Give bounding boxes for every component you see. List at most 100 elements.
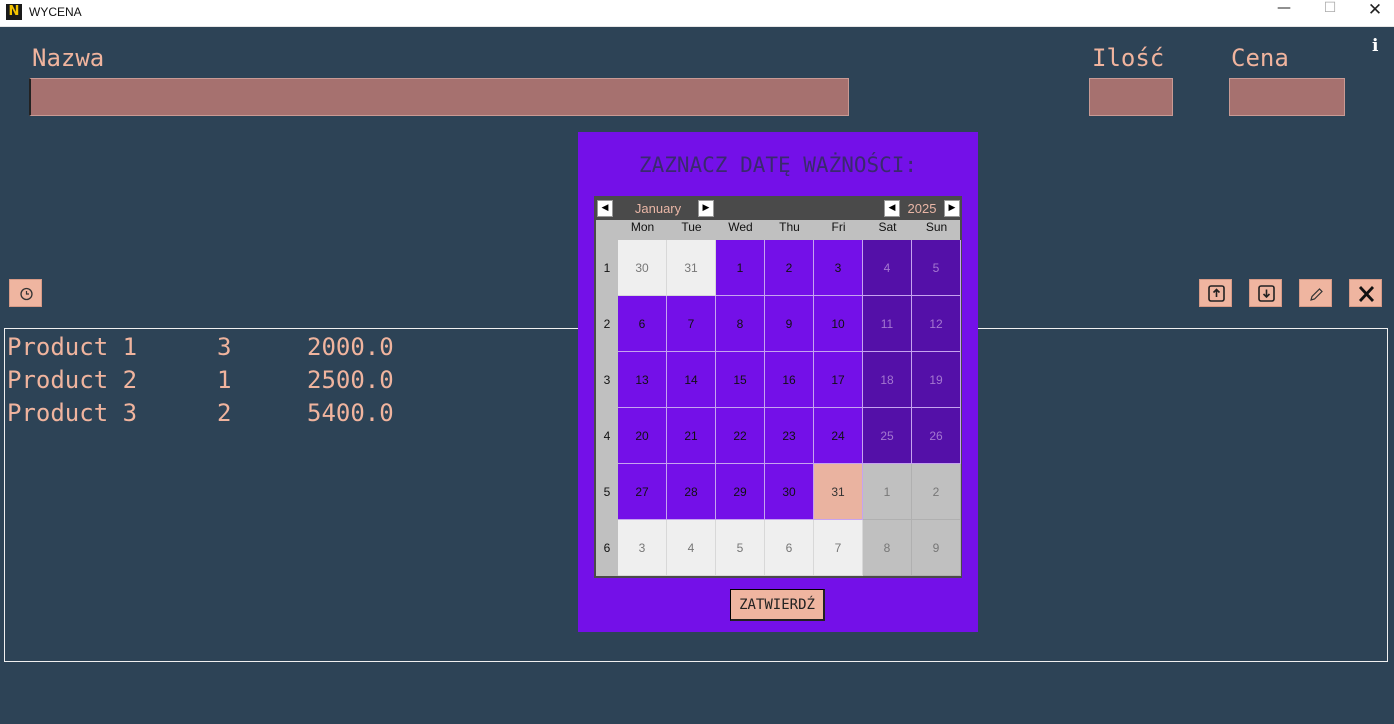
download-button[interactable] [1249,279,1282,307]
day-cell[interactable]: 30 [618,240,667,296]
day-cell[interactable]: 15 [716,352,765,408]
pencil-icon [1310,288,1323,301]
close-window-button[interactable]: ✕ [1352,0,1394,26]
weekday-label: Sun [925,220,948,234]
day-cell[interactable]: 11 [863,296,912,352]
day-cell[interactable]: 31 [667,240,716,296]
price-label: Cena [1231,44,1289,72]
day-cell[interactable]: 30 [765,464,814,520]
day-cell[interactable]: 3 [814,240,863,296]
next-year-button[interactable]: ▶ [944,200,960,217]
date-picker-dialog: ZAZNACZ DATĘ WAŻNOŚCI: ◀ January ▶ ◀ 202… [578,132,978,632]
week-number: 4 [603,429,611,443]
maximize-button[interactable]: ☐ [1307,0,1353,26]
day-cell[interactable]: 22 [716,408,765,464]
list-item[interactable]: Product 2 1 2500.0 [7,364,394,397]
dialog-title: ZAZNACZ DATĘ WAŻNOŚCI: [638,153,918,177]
prev-month-button[interactable]: ◀ [597,200,613,217]
weekday-header: Mon Tue Wed Thu Fri Sat Sun [596,220,960,240]
day-cell[interactable]: 5 [716,520,765,576]
day-cell[interactable]: 17 [814,352,863,408]
info-icon[interactable]: i [1372,36,1378,56]
day-cell[interactable]: 18 [863,352,912,408]
day-cell[interactable]: 9 [912,520,961,576]
day-cell[interactable]: 6 [618,296,667,352]
week-number: 1 [603,261,611,275]
week-number: 2 [603,317,611,331]
day-cell[interactable]: 13 [618,352,667,408]
selected-day-cell[interactable]: 31 [814,464,863,520]
weekday-label: Tue [681,220,702,234]
day-cell[interactable]: 12 [912,296,961,352]
confirm-button[interactable]: ZATWIERDŹ [730,589,825,621]
day-cell[interactable]: 23 [765,408,814,464]
day-cell[interactable]: 4 [667,520,716,576]
clock-icon [20,287,33,301]
quantity-label: Ilość [1092,44,1165,72]
product-price: 2000.0 [307,333,394,361]
weekday-label: Fri [831,220,846,234]
list-item[interactable]: Product 3 2 5400.0 [7,397,394,430]
day-cell[interactable]: 5 [912,240,961,296]
product-name: Product 1 [7,333,138,361]
price-input[interactable] [1229,78,1345,116]
day-cell[interactable]: 16 [765,352,814,408]
day-cell[interactable]: 25 [863,408,912,464]
app-logo-icon: N [6,4,22,20]
day-cell[interactable]: 27 [618,464,667,520]
day-cell[interactable]: 24 [814,408,863,464]
prev-year-button[interactable]: ◀ [884,200,900,217]
day-cell[interactable]: 7 [814,520,863,576]
day-cell[interactable]: 7 [667,296,716,352]
day-cell[interactable]: 26 [912,408,961,464]
window-title: WYCENA [29,5,82,19]
product-name: Product 3 [7,399,138,427]
product-price: 5400.0 [307,399,394,427]
day-cell[interactable]: 2 [912,464,961,520]
close-icon [1358,286,1375,302]
day-cell[interactable]: 3 [618,520,667,576]
weekday-label: Sat [878,220,897,234]
quantity-input[interactable] [1089,78,1173,116]
weekday-label: Thu [779,220,800,234]
product-qty: 1 [217,366,232,394]
day-cell[interactable]: 19 [912,352,961,408]
edit-button[interactable] [1299,279,1332,307]
calendar: ◀ January ▶ ◀ 2025 ▶ Mon Tue Wed Thu Fri Sat S… [594,196,962,578]
day-cell[interactable]: 14 [667,352,716,408]
upload-button[interactable] [1199,279,1232,307]
calendar-header: ◀ January ▶ ◀ 2025 ▶ [596,198,960,220]
day-cell[interactable]: 8 [863,520,912,576]
next-month-button[interactable]: ▶ [698,200,714,217]
day-cell[interactable]: 1 [863,464,912,520]
delete-button[interactable] [1349,279,1382,307]
week-number: 5 [603,485,611,499]
week-number: 6 [603,541,611,555]
day-cell[interactable]: 6 [765,520,814,576]
list-item[interactable]: Product 1 3 2000.0 [7,331,394,364]
day-cell[interactable]: 21 [667,408,716,464]
title-bar: N WYCENA — ☐ ✕ [0,0,1394,27]
product-qty: 2 [217,399,232,427]
day-cell[interactable]: 1 [716,240,765,296]
minimize-button[interactable]: — [1261,0,1307,26]
weekday-label: Mon [630,220,655,234]
day-cell[interactable]: 10 [814,296,863,352]
weekday-label: Wed [728,220,753,234]
day-cell[interactable]: 29 [716,464,765,520]
clock-button[interactable] [9,279,42,307]
product-price: 2500.0 [307,366,394,394]
day-cell[interactable]: 20 [618,408,667,464]
upload-icon [1208,285,1225,302]
year-label: 2025 [907,201,937,216]
day-cell[interactable]: 4 [863,240,912,296]
week-number-column: 1 2 3 4 5 6 [596,240,618,576]
day-cell[interactable]: 28 [667,464,716,520]
name-input[interactable] [29,78,849,116]
day-cell[interactable]: 2 [765,240,814,296]
day-cell[interactable]: 9 [765,296,814,352]
name-label: Nazwa [32,44,105,72]
product-name: Product 2 [7,366,138,394]
month-label: January [634,201,682,216]
day-cell[interactable]: 8 [716,296,765,352]
